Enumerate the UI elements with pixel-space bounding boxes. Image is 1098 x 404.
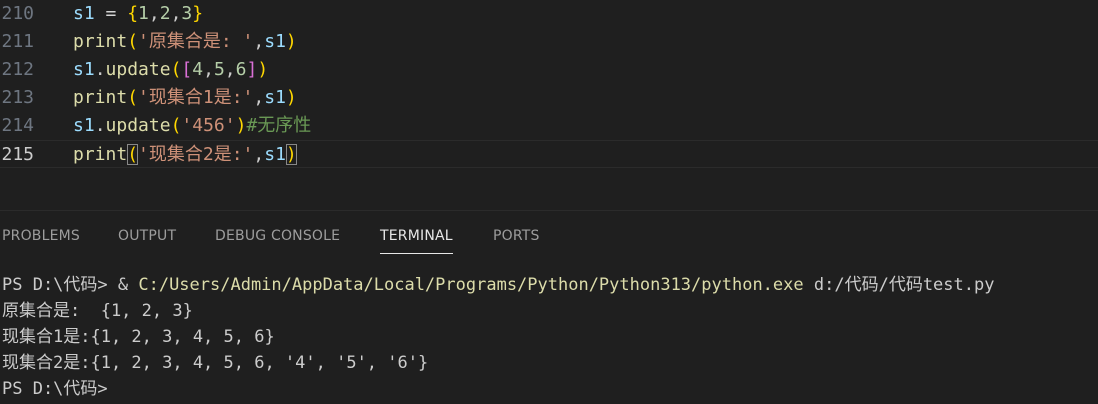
code-token: print <box>73 87 128 108</box>
tab-ports[interactable]: PORTS <box>493 228 540 244</box>
tab-terminal[interactable]: TERMINAL <box>380 228 453 254</box>
code-token: ( <box>170 115 182 136</box>
tab-output[interactable]: OUTPUT <box>118 228 176 244</box>
terminal-command-path: C:/Users/Admin/AppData/Local/Programs/Py… <box>138 275 804 295</box>
code-editor[interactable]: 210 s1 = {1,2,3} 211 print('原集合是: ',s1) 212 s… <box>0 0 1098 210</box>
panel-tab-bar: PROBLEMS OUTPUT DEBUG CONSOLE TERMINAL PORTS <box>0 210 1098 262</box>
terminal-output-line: 现集合1是:{1, 2, 3, 4, 5, 6} <box>2 327 275 347</box>
code-token: #无序性 <box>246 115 312 136</box>
code-token: = <box>94 3 128 24</box>
code-text: print('原集合是: ',s1) <box>73 28 297 56</box>
code-token: 4 <box>192 59 204 80</box>
code-token: [ <box>181 59 193 80</box>
terminal-output-line: 原集合是: {1, 2, 3} <box>2 301 193 321</box>
code-token: s1 <box>73 3 95 24</box>
code-token: '456' <box>181 115 236 136</box>
code-text: print('现集合1是:',s1) <box>73 84 297 112</box>
code-token: ] <box>246 59 258 80</box>
code-token: s1 <box>264 144 286 165</box>
terminal-command-line: PS D:\代码> & C:/Users/Admin/AppData/Local… <box>2 272 994 298</box>
code-token: ) <box>285 87 297 108</box>
code-text: print('现集合2是:',s1) <box>73 141 297 169</box>
code-token: 3 <box>181 3 193 24</box>
code-token: ( <box>127 31 139 52</box>
code-token: update <box>105 59 171 80</box>
code-token: } <box>192 3 204 24</box>
terminal-output-line: 现集合2是:{1, 2, 3, 4, 5, 6, '4', '5', '6'} <box>2 353 429 373</box>
code-token: print <box>73 31 128 52</box>
code-token: s1 <box>73 59 95 80</box>
tab-problems[interactable]: PROBLEMS <box>2 228 80 244</box>
code-token: s1 <box>264 31 286 52</box>
code-token: 2 <box>159 3 171 24</box>
code-token: s1 <box>264 87 286 108</box>
code-token: '原集合是: ' <box>138 31 254 52</box>
code-text: s1.update('456')#无序性 <box>73 112 311 140</box>
line-number: 215 <box>1 144 34 165</box>
code-token: , <box>170 3 182 24</box>
terminal-view[interactable]: PS D:\代码> & C:/Users/Admin/AppData/Local… <box>0 262 1098 404</box>
code-token: . <box>94 59 106 80</box>
line-number: 213 <box>1 87 34 108</box>
code-token: '现集合1是:' <box>138 87 254 108</box>
code-token: , <box>253 87 265 108</box>
code-line[interactable]: 212 s1.update([4,5,6]) <box>0 56 1098 84</box>
code-line[interactable]: 213 print('现集合1是:',s1) <box>0 84 1098 112</box>
terminal-command-args: d:/代码/代码test.py <box>803 275 995 295</box>
line-number: 214 <box>1 115 34 136</box>
line-number: 212 <box>1 59 34 80</box>
code-token: s1 <box>73 115 95 136</box>
code-token: , <box>224 59 236 80</box>
code-token: , <box>253 144 265 165</box>
tab-debug-console[interactable]: DEBUG CONSOLE <box>215 228 340 244</box>
code-token: . <box>94 115 106 136</box>
code-token: 5 <box>213 59 225 80</box>
code-token: '现集合2是:' <box>138 144 254 165</box>
code-token: , <box>203 59 214 80</box>
code-text: s1.update([4,5,6]) <box>73 56 268 84</box>
line-number: 211 <box>1 31 34 52</box>
terminal-final-prompt[interactable]: PS D:\代码> <box>2 376 108 402</box>
code-token: { <box>127 3 139 24</box>
code-token: ( <box>170 59 182 80</box>
code-line[interactable]: 211 print('原集合是: ',s1) <box>0 28 1098 56</box>
code-line-current[interactable]: 215 print('现集合2是:',s1) <box>0 140 1098 168</box>
code-token: update <box>105 115 171 136</box>
line-number: 210 <box>1 3 34 24</box>
code-token: ( <box>127 87 139 108</box>
code-token: ( <box>127 144 139 165</box>
code-token: , <box>253 31 265 52</box>
code-text: s1 = {1,2,3} <box>73 0 203 28</box>
code-token: 6 <box>235 59 247 80</box>
code-token: , <box>148 3 160 24</box>
code-token: print <box>73 144 128 165</box>
code-token: 1 <box>138 3 149 24</box>
terminal-prompt: PS D:\代码> & <box>2 275 139 295</box>
code-token: ) <box>285 31 297 52</box>
code-token: ) <box>235 115 247 136</box>
code-line[interactable]: 210 s1 = {1,2,3} <box>0 0 1098 28</box>
code-token: ) <box>257 59 269 80</box>
code-token: ) <box>285 144 297 165</box>
code-line[interactable]: 214 s1.update('456')#无序性 <box>0 112 1098 140</box>
